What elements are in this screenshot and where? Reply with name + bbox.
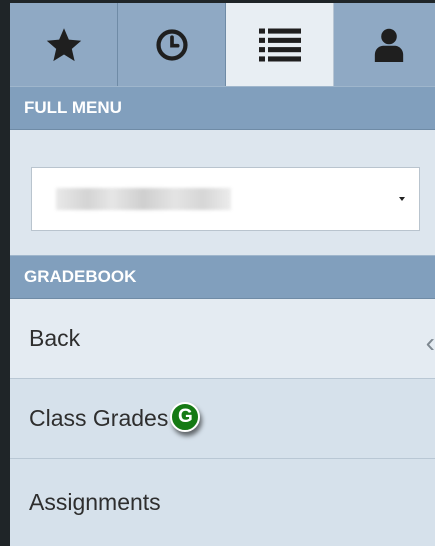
full-menu-header: FULL MENU — [10, 86, 435, 130]
tab-bar — [10, 3, 435, 86]
list-icon — [258, 28, 301, 61]
menu-select[interactable] — [31, 167, 420, 231]
menu-item-label: Back — [29, 325, 81, 351]
menu-item-label: Class Grades — [29, 405, 169, 431]
clock-icon — [155, 28, 188, 61]
menu-item-assignments[interactable]: Assignments — [10, 459, 435, 546]
tab-recent[interactable] — [118, 3, 226, 86]
user-icon — [374, 28, 403, 62]
grade-badge-icon: G — [170, 401, 201, 432]
menu-select-area — [10, 130, 435, 255]
full-menu-header-label: FULL MENU — [24, 98, 122, 117]
gradebook-header-label: GRADEBOOK — [24, 267, 137, 286]
tab-account[interactable] — [334, 3, 435, 86]
menu-item-back[interactable]: Back ‹ — [10, 299, 435, 379]
menu-item-label: Assignments — [29, 489, 161, 515]
menu-item-class-grades[interactable]: Class Grades G — [10, 379, 435, 459]
gradebook-header: GRADEBOOK — [10, 255, 435, 299]
tab-favorites[interactable] — [10, 3, 118, 86]
chevron-left-icon: ‹ — [425, 327, 435, 358]
tab-full-menu[interactable] — [226, 3, 334, 86]
star-icon — [46, 27, 81, 61]
sidebar-panel: FULL MENU GRADEBOOK Back ‹ Class Grades … — [0, 0, 435, 546]
caret-down-icon — [399, 197, 405, 201]
select-value-blurred — [56, 188, 231, 210]
